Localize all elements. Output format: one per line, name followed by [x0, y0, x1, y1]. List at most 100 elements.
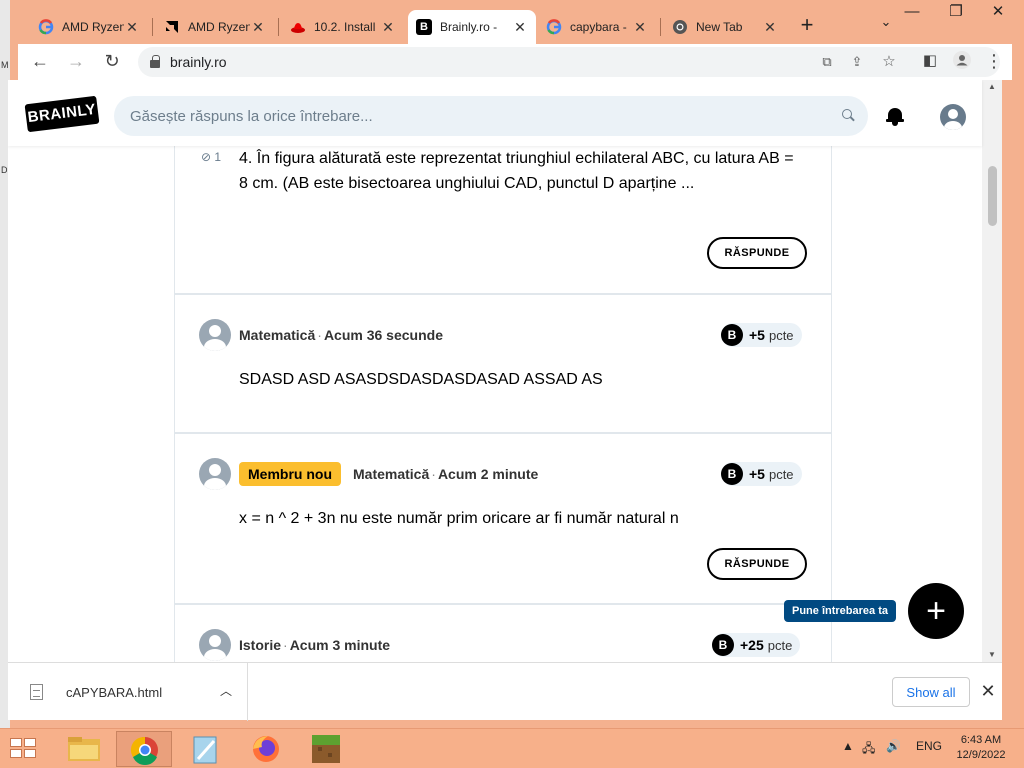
points-badge: B +5 pcte: [721, 462, 802, 486]
download-file-name[interactable]: cAPYBARA.html: [66, 685, 162, 700]
reload-button[interactable]: ↻: [100, 50, 124, 74]
points-value: +5: [749, 466, 765, 482]
time-label: Acum 36 secunde: [323, 327, 443, 343]
firefox-icon[interactable]: [238, 731, 294, 767]
clock-date: 12/9/2022: [956, 749, 1006, 761]
scroll-thumb[interactable]: [988, 166, 997, 226]
browser-toolbar: ← → ↻ brainly.ro ⧉ ⇪ ☆ ◧ ⋮: [18, 44, 1012, 80]
site-header: BRAINLY: [8, 80, 982, 146]
avatar[interactable]: [199, 319, 231, 351]
close-icon[interactable]: ✕: [124, 19, 140, 36]
subject-label[interactable]: Matematică: [353, 466, 429, 482]
chevron-up-icon[interactable]: ︿: [220, 682, 232, 699]
language-indicator[interactable]: ENG: [916, 739, 942, 753]
minecraft-icon[interactable]: [298, 731, 354, 767]
close-icon[interactable]: ✕: [380, 19, 396, 36]
profile-icon[interactable]: [950, 50, 974, 74]
question-text[interactable]: x = n ^ 2 + 3n nu este număr prim oricar…: [239, 506, 799, 531]
question-card[interactable]: Membru nou Matematică · Acum 2 minute B +5…: [175, 434, 831, 605]
points-unit: pcte: [768, 466, 794, 482]
system-clock[interactable]: 6:43 AM 12/9/2022: [948, 733, 1014, 763]
search-icon[interactable]: [842, 109, 856, 123]
question-meta: Istorie · Acum 3 minute: [239, 637, 391, 653]
tab-separator: [660, 18, 661, 36]
question-text[interactable]: 4. În figura alăturată este reprezentat …: [239, 146, 799, 196]
points-unit: pcte: [767, 637, 793, 653]
tab-brainly[interactable]: B Brainly.ro - ✕: [408, 10, 536, 44]
time-label: Acum 2 minute: [437, 466, 539, 482]
scroll-up-icon[interactable]: ▲: [982, 80, 1002, 94]
time-label: Acum 3 minute: [289, 637, 391, 653]
tab-install[interactable]: 10.2. Install ✕: [282, 10, 404, 44]
site-search-bar[interactable]: [114, 96, 868, 136]
brainly-points-icon: B: [721, 324, 743, 346]
question-card[interactable]: Matematică · Acum 36 secunde B +5 pcte SDA…: [175, 295, 831, 434]
ask-question-button[interactable]: +: [908, 583, 964, 639]
new-tab-button[interactable]: +: [795, 12, 819, 40]
volume-icon[interactable]: 🔊: [886, 739, 901, 753]
side-panel-icon[interactable]: ◧: [918, 50, 942, 74]
tab-amd-ryzen-2[interactable]: AMD Ryzen ✕: [156, 10, 274, 44]
download-item[interactable]: cAPYBARA.html ︿: [8, 663, 248, 721]
question-text[interactable]: SDASD ASD ASASDSDASDASDASAD ASSAD AS: [239, 367, 799, 392]
question-card[interactable]: Istorie · Acum 3 minute B +25 pcte: [175, 605, 831, 662]
amd-icon: [164, 19, 180, 35]
taskbar: ▲ 🖧 🔊 ENG 6:43 AM 12/9/2022: [0, 728, 1024, 768]
question-feed: ⊘ 1 4. În figura alăturată este reprezen…: [174, 80, 832, 662]
google-icon: [38, 19, 54, 35]
page-viewport: BRAINLY ⊘ 1 4. În figura alăturată este …: [8, 80, 1002, 662]
show-all-button[interactable]: Show all: [892, 677, 970, 707]
back-button[interactable]: ←: [28, 50, 52, 74]
translate-icon[interactable]: ⧉: [818, 53, 836, 71]
avatar[interactable]: [199, 629, 231, 661]
network-icon[interactable]: 🖧: [862, 739, 875, 760]
close-icon[interactable]: ✕: [762, 19, 778, 36]
attachment-count: ⊘ 1: [201, 150, 222, 164]
share-icon[interactable]: ⇪: [848, 53, 866, 71]
menu-dots-icon[interactable]: ⋮: [982, 50, 1006, 74]
answer-button[interactable]: RĂSPUNDE: [707, 237, 807, 269]
subject-label[interactable]: Matematică: [239, 327, 315, 343]
answer-button[interactable]: RĂSPUNDE: [707, 548, 807, 580]
tray-chevron-up-icon[interactable]: ▲: [842, 739, 854, 753]
window-close-button[interactable]: ✕: [976, 0, 1020, 26]
windows-start-icon[interactable]: [10, 738, 38, 760]
maximize-button[interactable]: ❐: [934, 0, 978, 26]
question-meta: Matematică · Acum 2 minute: [353, 466, 539, 482]
brainly-points-icon: B: [712, 634, 734, 656]
lock-icon: [150, 55, 160, 68]
close-icon[interactable]: ✕: [512, 19, 528, 36]
subject-label[interactable]: Istorie: [239, 637, 281, 653]
download-bar: cAPYBARA.html ︿ Show all ✕: [8, 662, 1002, 721]
tab-amd-ryzen-1[interactable]: AMD Ryzen ✕: [30, 10, 148, 44]
points-value: +25: [740, 637, 764, 653]
avatar[interactable]: [199, 458, 231, 490]
forward-button[interactable]: →: [64, 50, 88, 74]
scrollbar[interactable]: ▲ ▼: [982, 80, 1002, 662]
tab-title: 10.2. Install: [314, 20, 376, 34]
brainly-icon: B: [416, 19, 432, 35]
minimize-button[interactable]: —: [890, 0, 934, 26]
close-icon[interactable]: ✕: [632, 19, 648, 36]
points-badge: B +5 pcte: [721, 323, 802, 347]
notepad-icon[interactable]: [178, 731, 234, 767]
search-input[interactable]: [130, 96, 830, 136]
file-explorer-icon[interactable]: [56, 731, 112, 767]
avatar[interactable]: [940, 104, 966, 130]
tab-separator: [278, 18, 279, 36]
tab-strip: AMD Ryzen ✕ AMD Ryzen ✕ 10.2. Install ✕ …: [10, 0, 1020, 44]
ask-question-label[interactable]: Pune întrebarea ta: [784, 600, 896, 622]
address-bar[interactable]: brainly.ro ⧉ ⇪ ☆: [138, 47, 1000, 77]
brainly-logo[interactable]: BRAINLY: [24, 95, 100, 133]
bookmark-star-icon[interactable]: ☆: [880, 53, 898, 71]
bell-icon[interactable]: [886, 106, 904, 126]
close-icon[interactable]: ✕: [250, 19, 266, 36]
tab-capybara[interactable]: capybara - ✕: [538, 10, 656, 44]
clock-time: 6:43 AM: [960, 734, 1002, 746]
close-icon[interactable]: ✕: [976, 679, 1000, 703]
chrome-icon[interactable]: [116, 731, 172, 767]
tab-separator: [152, 18, 153, 36]
url-text: brainly.ro: [170, 54, 227, 70]
tab-new-tab[interactable]: New Tab ✕: [664, 10, 786, 44]
scroll-down-icon[interactable]: ▼: [982, 648, 1002, 662]
